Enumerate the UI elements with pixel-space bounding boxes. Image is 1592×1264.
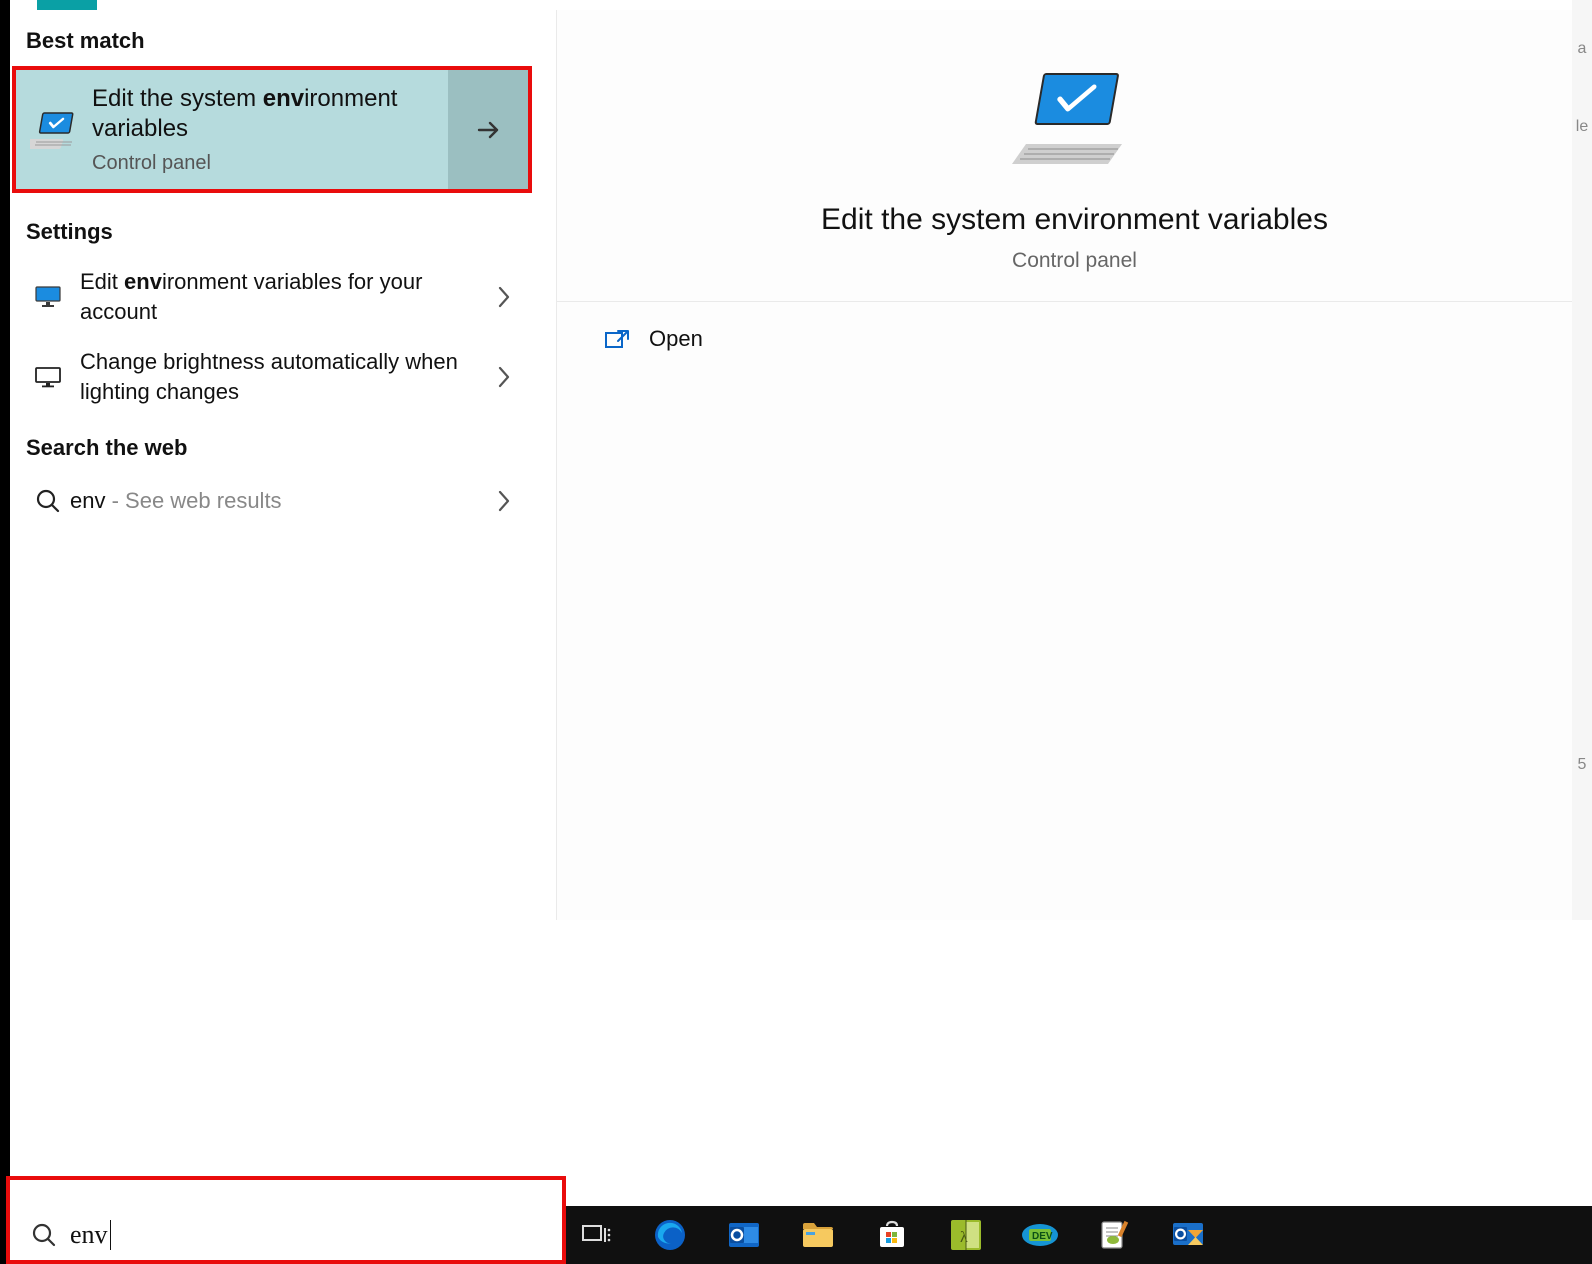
chevron-right-icon[interactable]: [484, 487, 524, 515]
best-match-subtitle: Control panel: [92, 152, 432, 175]
search-results-panel: Best match Edit the syst: [10, 10, 540, 1264]
taskbar-app-green-lambda-button[interactable]: λ: [942, 1211, 990, 1259]
preview-hero: Edit the system environment variables Co…: [557, 10, 1592, 302]
web-query: env: [70, 488, 105, 513]
settings-item-edit-user-env[interactable]: Edit environment variables for your acco…: [10, 257, 540, 337]
web-result-text: env - See web results: [70, 488, 484, 514]
best-match-main[interactable]: Edit the system environment variables Co…: [16, 70, 448, 189]
taskbar-edge-button[interactable]: [646, 1211, 694, 1259]
settings-item-label: Edit environment variables for your acco…: [70, 267, 484, 327]
best-match-title-bold: env: [263, 85, 304, 112]
section-header-web: Search the web: [10, 417, 540, 473]
taskbar-taskview-button[interactable]: [572, 1211, 620, 1259]
preview-title: Edit the system environment variables: [597, 203, 1552, 237]
best-match-expand-button[interactable]: [448, 70, 528, 189]
monitor-outline-icon: [26, 365, 70, 389]
section-header-settings: Settings: [10, 201, 540, 257]
svg-text:DEV: DEV: [1032, 1231, 1053, 1242]
web-result-item[interactable]: env - See web results: [10, 473, 540, 529]
taskbar-app-notepadpp-button[interactable]: [1090, 1211, 1138, 1259]
top-teal-tab-fragment: [37, 0, 97, 10]
taskbar[interactable]: λ DEV: [566, 1206, 1592, 1264]
control-panel-monitor-icon-large: [597, 64, 1552, 179]
settings-item-label: Change brightness automatically when lig…: [70, 347, 484, 407]
preview-subtitle: Control panel: [597, 249, 1552, 273]
best-match-title-pre: Edit the system: [92, 85, 263, 112]
monitor-icon: [26, 285, 70, 309]
search-icon: [26, 1222, 62, 1248]
best-match-title: Edit the system environment variables: [92, 84, 432, 144]
control-panel-monitor-icon: [26, 107, 86, 153]
preview-open-action[interactable]: Open: [557, 302, 1592, 376]
left-black-strip: [0, 0, 10, 1264]
taskbar-outlook-button[interactable]: [720, 1211, 768, 1259]
svg-text:λ: λ: [960, 1229, 968, 1246]
search-input[interactable]: env: [62, 1220, 111, 1250]
taskbar-file-explorer-button[interactable]: [794, 1211, 842, 1259]
search-typed-text: env: [70, 1220, 108, 1250]
chevron-right-icon[interactable]: [484, 363, 524, 391]
text-caret: [110, 1220, 111, 1250]
taskbar-outlook-mail-button[interactable]: [1164, 1211, 1212, 1259]
far-right-fragments: a le 5: [1572, 0, 1592, 920]
open-external-icon: [597, 327, 637, 351]
taskbar-store-button[interactable]: [868, 1211, 916, 1259]
section-header-best-match: Best match: [10, 10, 540, 66]
preview-open-label: Open: [637, 326, 703, 352]
search-icon: [26, 488, 70, 514]
taskbar-app-dev-button[interactable]: DEV: [1016, 1211, 1064, 1259]
web-suffix: - See web results: [105, 488, 281, 513]
chevron-right-icon[interactable]: [484, 283, 524, 311]
search-box[interactable]: env: [6, 1176, 566, 1264]
settings-item-brightness[interactable]: Change brightness automatically when lig…: [10, 337, 540, 417]
best-match-text: Edit the system environment variables Co…: [86, 84, 432, 175]
best-match-result[interactable]: Edit the system environment variables Co…: [12, 66, 532, 193]
preview-panel: Edit the system environment variables Co…: [556, 10, 1592, 920]
